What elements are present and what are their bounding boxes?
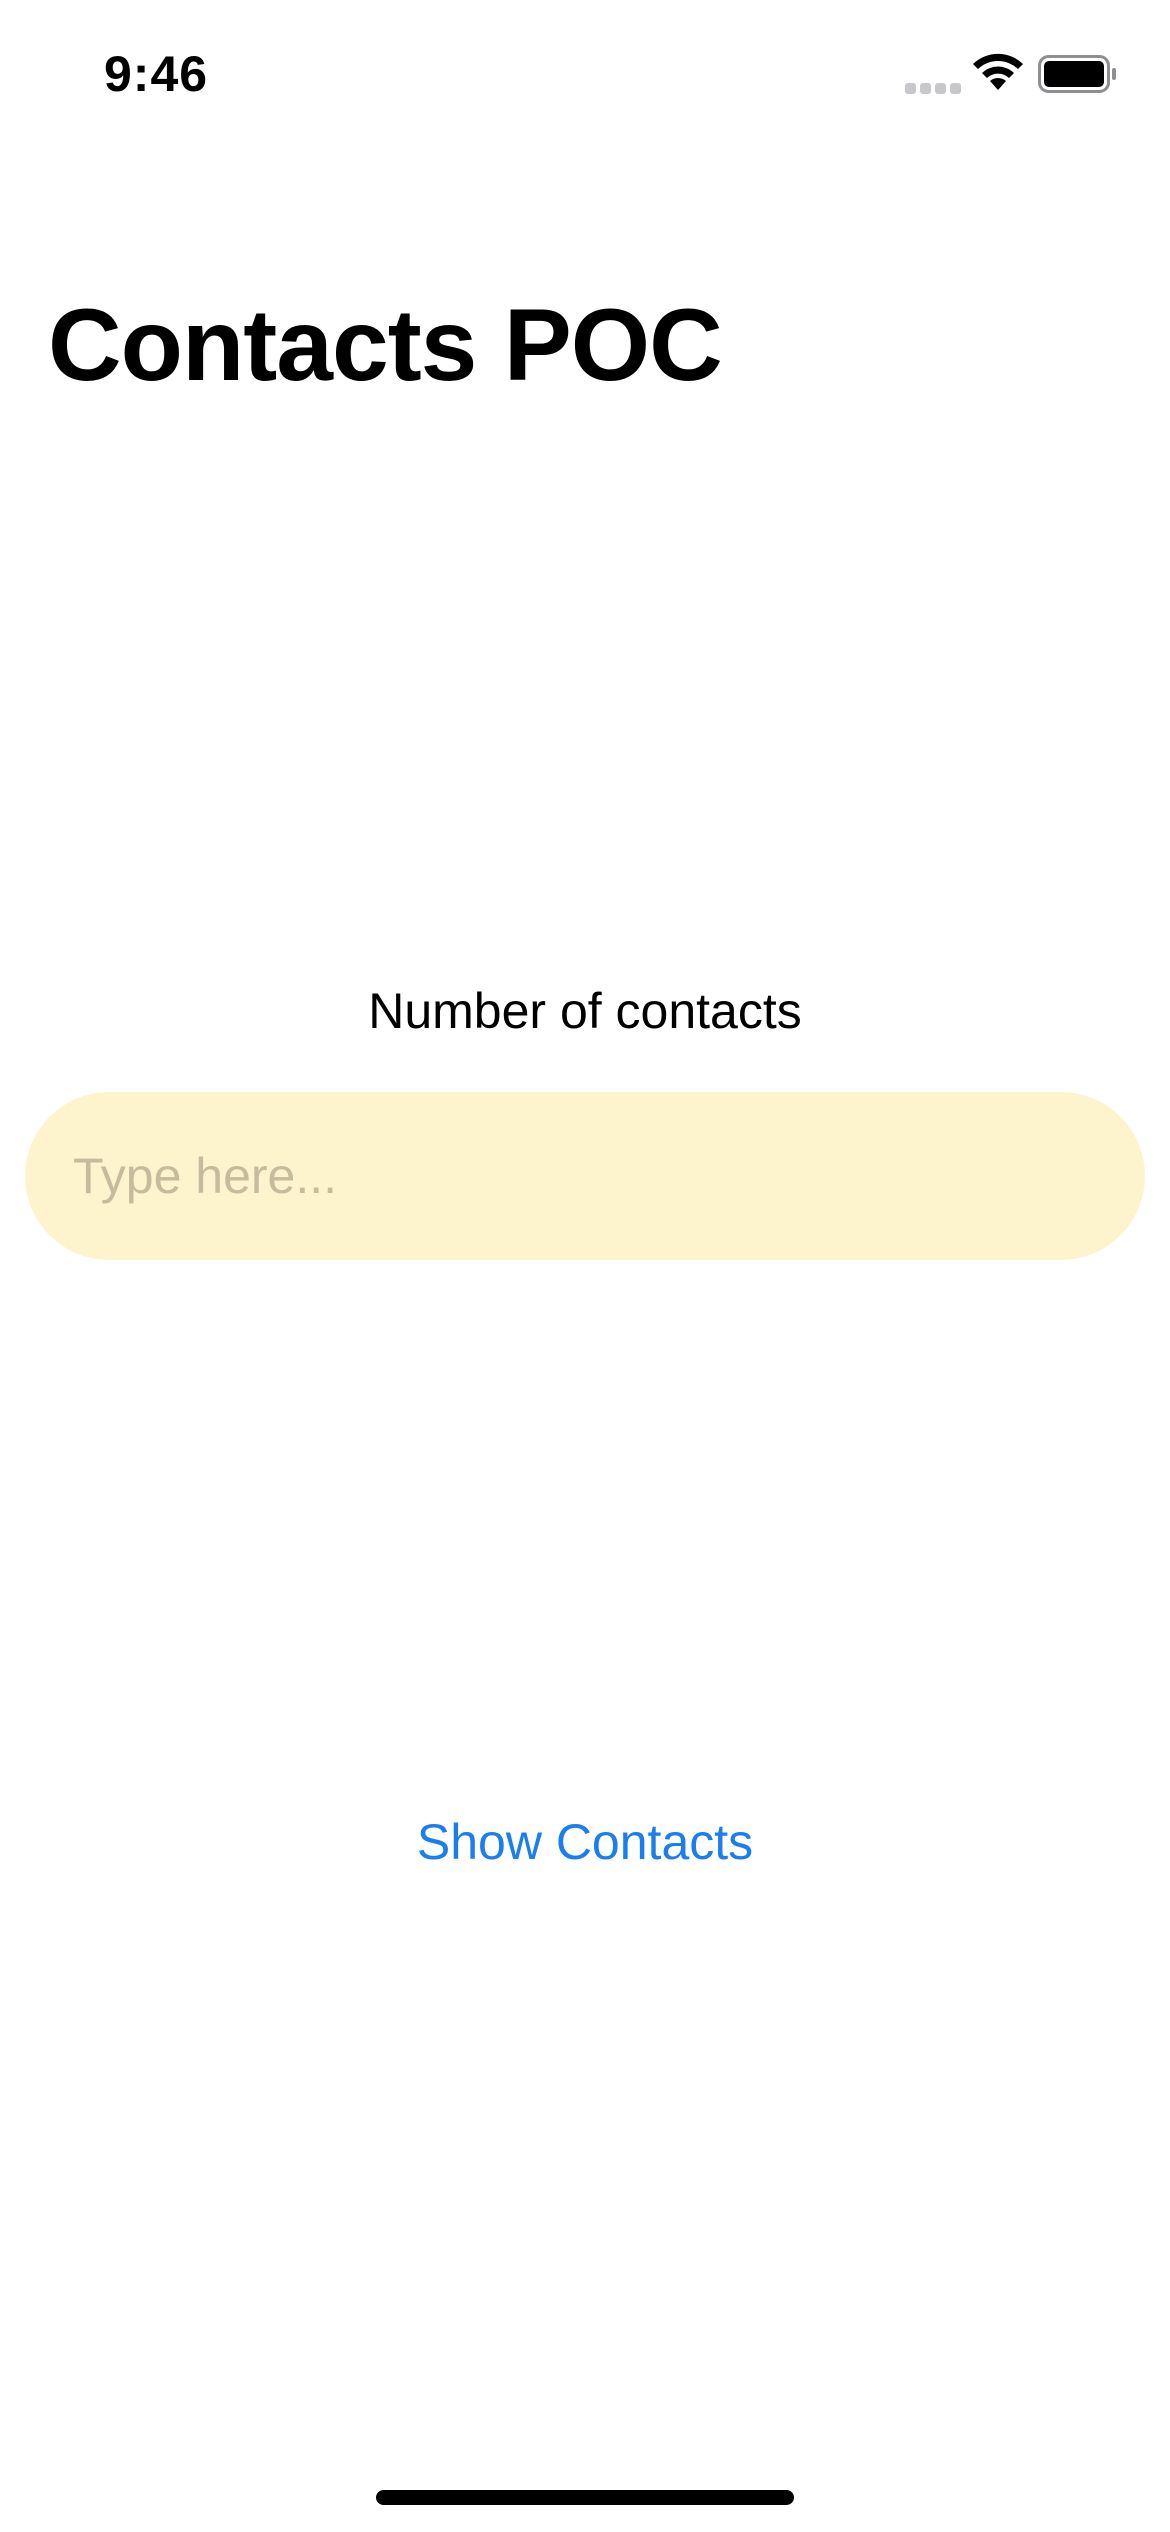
- number-of-contacts-field-container: [25, 1092, 1145, 1260]
- app-screen: 9:46 Contacts POC Number of contacts Sho…: [0, 0, 1170, 2532]
- page-title: Contacts POC: [48, 288, 723, 402]
- battery-icon: [1038, 55, 1116, 93]
- show-contacts-button[interactable]: Show Contacts: [0, 1810, 1170, 1874]
- home-indicator[interactable]: [376, 2490, 794, 2505]
- status-time: 9:46: [104, 46, 209, 102]
- cellular-signal-icon: [905, 80, 963, 94]
- wifi-icon: [973, 53, 1023, 90]
- number-of-contacts-label: Number of contacts: [368, 983, 802, 1039]
- number-of-contacts-input[interactable]: [73, 1092, 1093, 1260]
